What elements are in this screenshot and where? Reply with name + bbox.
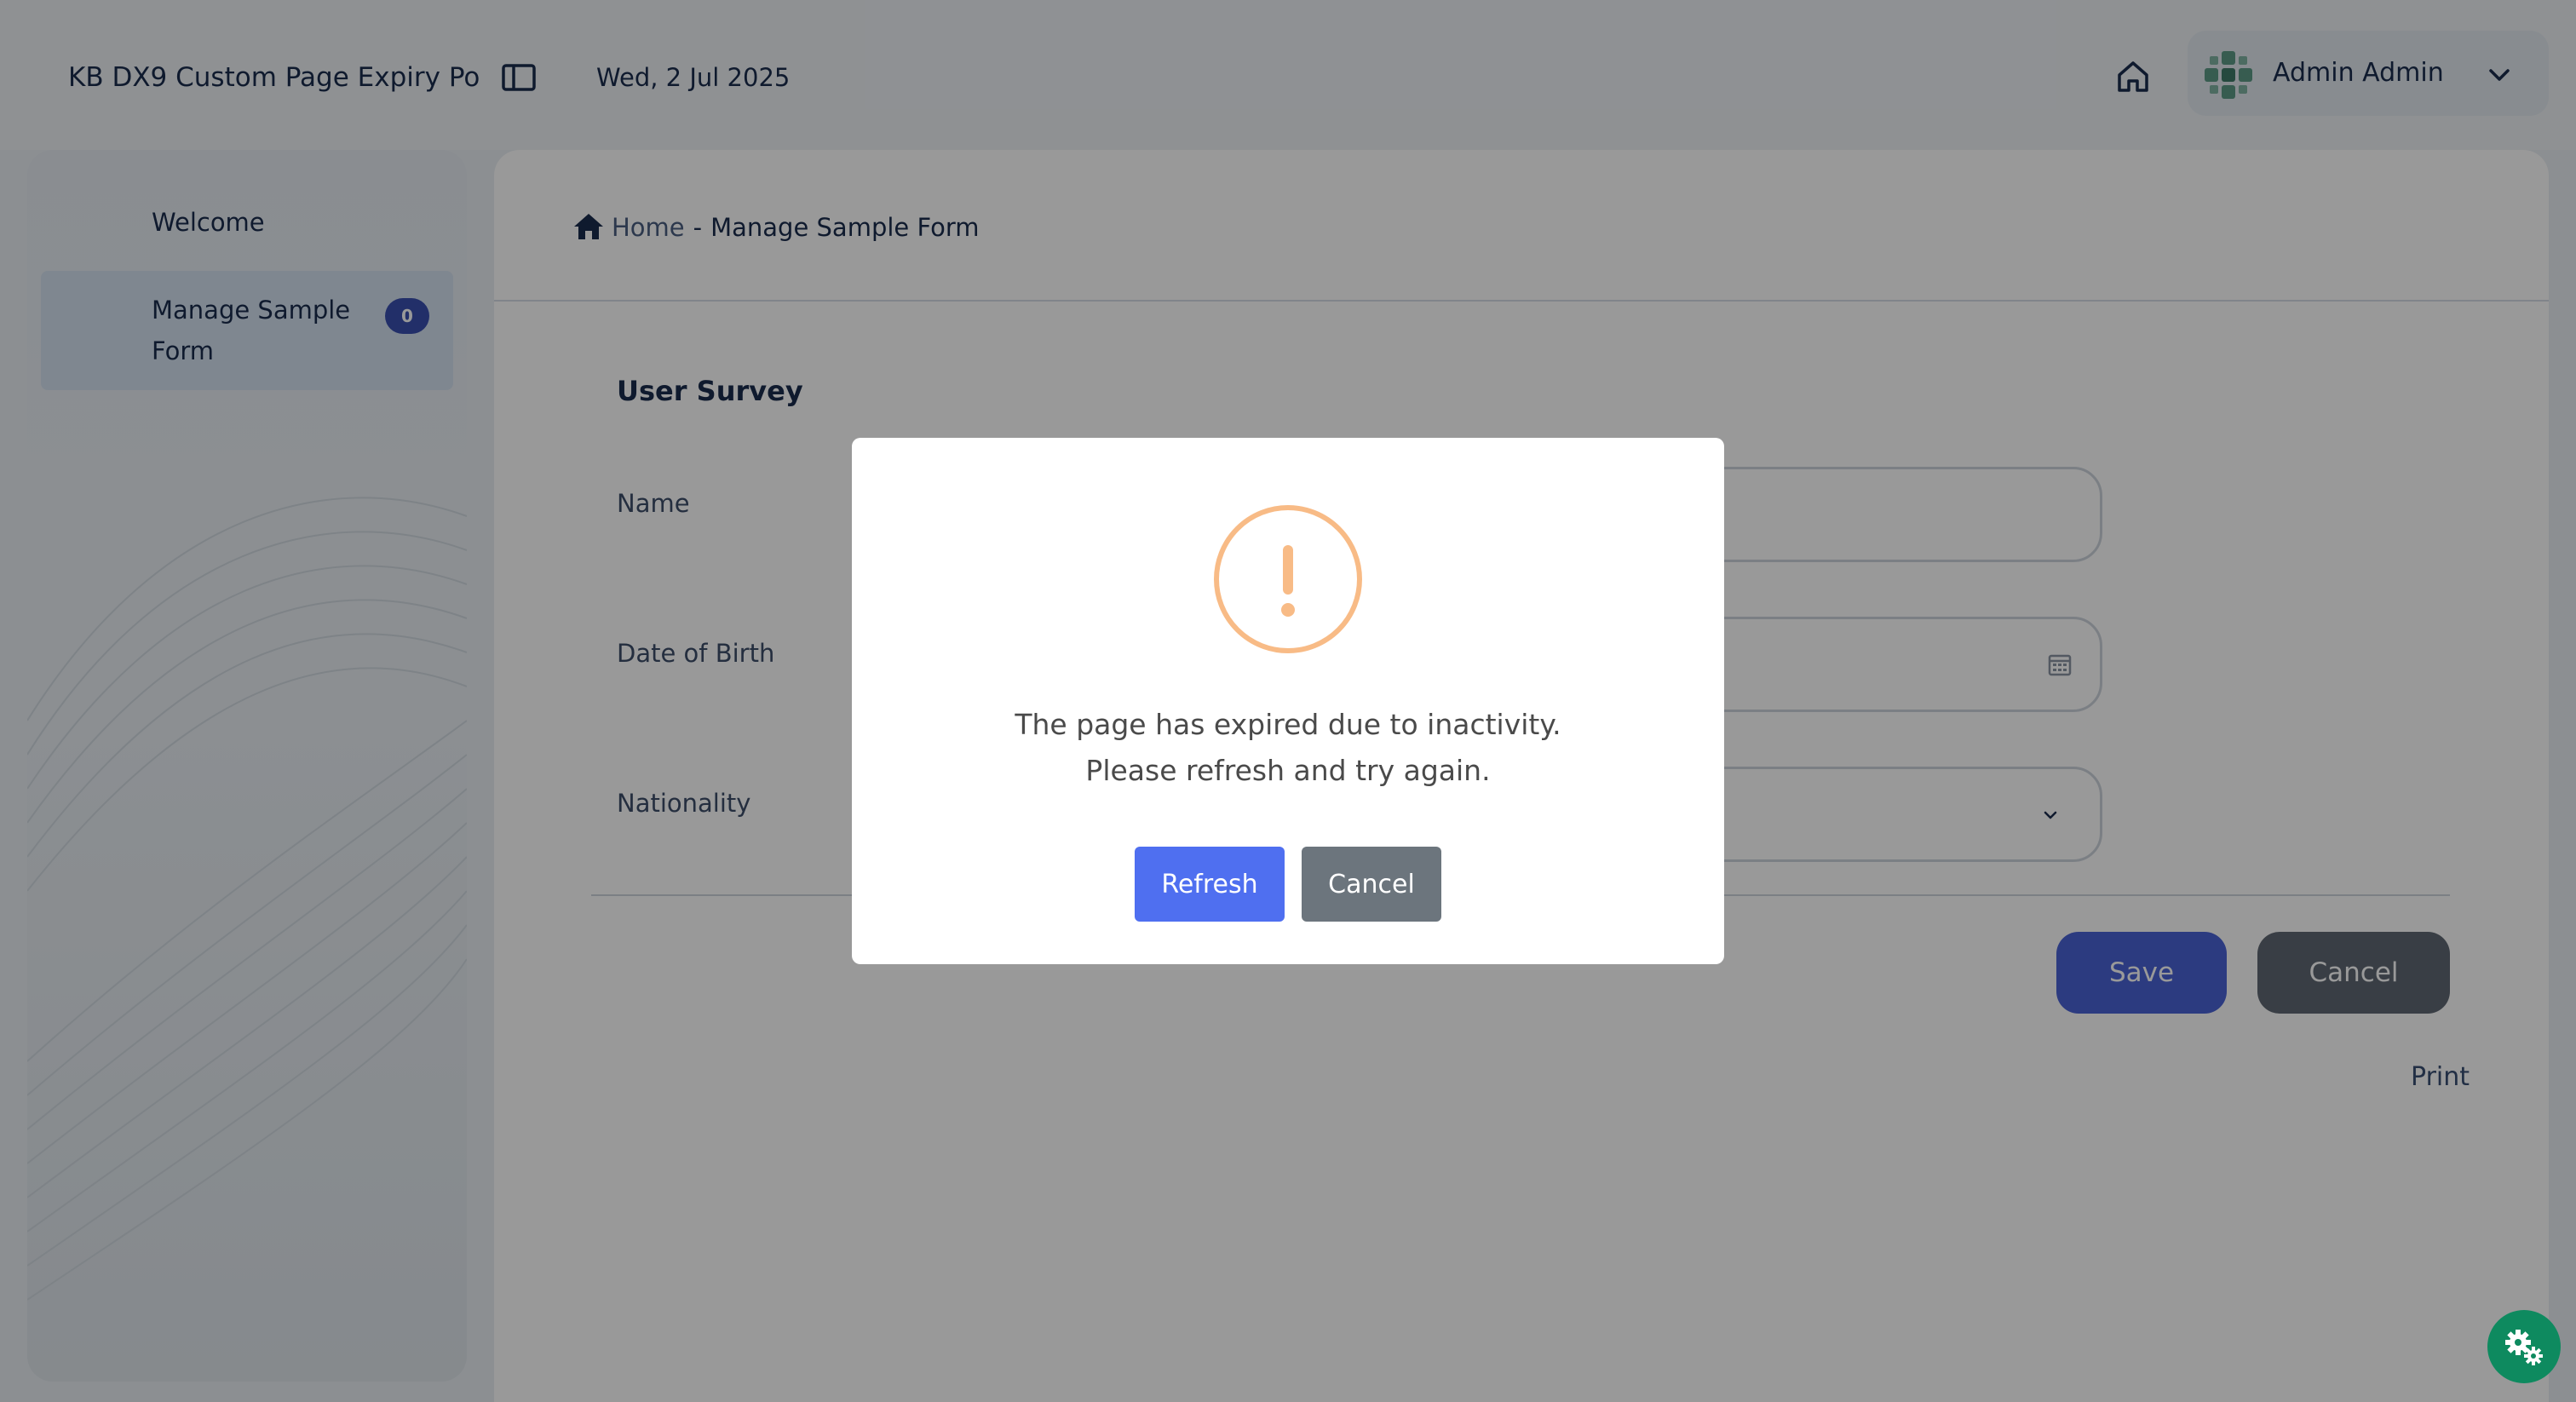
dialog-message: The page has expired due to inactivity. … bbox=[852, 702, 1724, 794]
settings-button[interactable] bbox=[2487, 1310, 2561, 1383]
refresh-button[interactable]: Refresh bbox=[1135, 847, 1285, 922]
dialog-message-line: Please refresh and try again. bbox=[1085, 754, 1491, 787]
dialog-cancel-button[interactable]: Cancel bbox=[1302, 847, 1441, 922]
dialog-message-line: The page has expired due to inactivity. bbox=[1015, 708, 1561, 741]
warning-icon bbox=[1213, 504, 1363, 654]
gears-icon bbox=[2505, 1330, 2543, 1365]
session-expired-dialog: The page has expired due to inactivity. … bbox=[852, 438, 1724, 964]
